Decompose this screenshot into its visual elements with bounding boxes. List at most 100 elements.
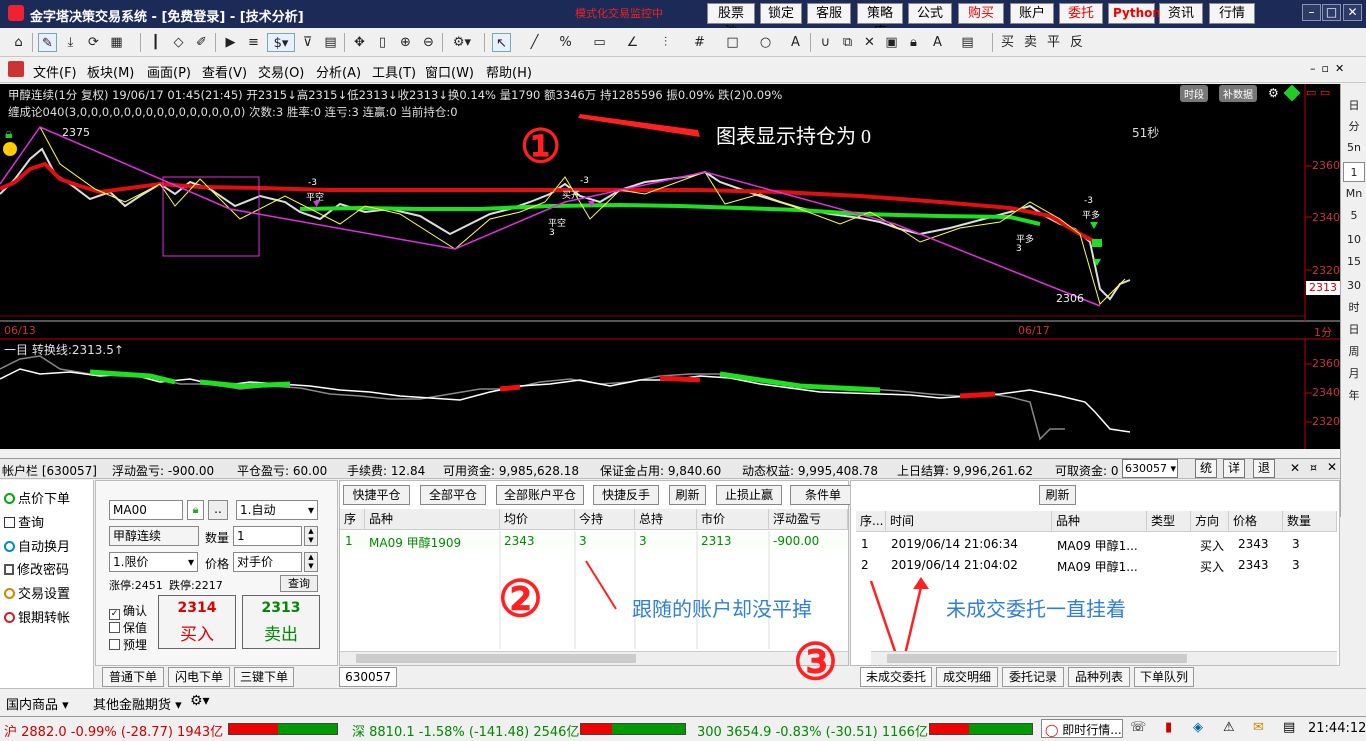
zoom-out-icon[interactable]: ⊖	[419, 33, 438, 52]
mode-select[interactable]: 1.自动 ▾	[236, 500, 318, 520]
menu-tools[interactable]: 工具(T)	[372, 62, 416, 81]
python-button[interactable]: Python	[1108, 3, 1161, 24]
col-header[interactable]: 今持	[575, 509, 635, 530]
filter-icon[interactable]: ⊽	[298, 33, 317, 52]
lock-icon[interactable]: 🔒︎	[904, 33, 923, 52]
delete-icon[interactable]: ✕	[860, 33, 879, 52]
nav-click-order[interactable]: 点价下单	[4, 488, 70, 507]
close-all-accounts-button[interactable]: 全部账户平仓	[496, 485, 584, 505]
nav-query[interactable]: 查询	[4, 512, 44, 531]
chart-icon[interactable]: ▤	[321, 33, 340, 52]
nav-change-password[interactable]: 修改密码	[4, 559, 69, 578]
col-header[interactable]: 浮动盈亏	[769, 509, 848, 530]
quick-reverse-button[interactable]: 快捷反手	[593, 485, 659, 505]
period-item[interactable]: 5n	[1343, 138, 1365, 158]
price-type-select[interactable]: 1.限价 ▾	[109, 552, 198, 572]
tab-normal-order[interactable]: 普通下单	[102, 667, 164, 687]
col-header[interactable]: 品种	[365, 509, 500, 530]
period-item[interactable]: Mn	[1343, 184, 1365, 204]
ruler-icon[interactable]: ▭	[590, 33, 609, 52]
calc-icon[interactable]: ▤	[1283, 720, 1295, 735]
period-item-selected[interactable]: 1	[1343, 162, 1365, 182]
menu-window[interactable]: 窗口(W)	[425, 62, 474, 81]
ticker-sh[interactable]: 沪 2882.0 -0.99% (-28.77) 1943亿	[4, 721, 223, 740]
line-icon[interactable]: ╱	[525, 33, 544, 52]
stock-pool-button[interactable]: 股票池	[707, 3, 755, 40]
buy-button[interactable]: 2314 买入	[158, 595, 236, 649]
close-all-button[interactable]: 全部平仓	[420, 485, 486, 505]
period-item[interactable]: 15	[1343, 252, 1365, 272]
preset-checkbox[interactable]: 预埋	[109, 636, 147, 653]
lock-button[interactable]: 锁定	[760, 3, 802, 24]
tools-icon[interactable]: ✕	[1290, 461, 1300, 475]
text-icon[interactable]: A	[786, 33, 805, 52]
pencil-icon[interactable]: ✎	[38, 33, 57, 52]
copy-icon[interactable]: ⧉	[838, 33, 857, 52]
tab-order-history[interactable]: 委托记录	[1002, 667, 1064, 687]
ticker-hs300[interactable]: 300 3654.9 -0.83% (-30.51) 1166亿	[697, 721, 928, 740]
signal-status-icon[interactable]: ◈	[1193, 720, 1203, 735]
sell-button[interactable]: 2313 卖出	[242, 595, 320, 649]
settings-icon[interactable]: ⚙▾	[448, 33, 476, 52]
period-item[interactable]: 日	[1343, 320, 1365, 340]
column-icon[interactable]: ▯	[373, 33, 392, 52]
quick-close-button[interactable]: 快捷平仓	[343, 485, 410, 505]
price-stepper[interactable]: ▲ ▼	[304, 552, 318, 572]
hline-icon[interactable]: ⫶	[656, 33, 675, 52]
period-item[interactable]: 周	[1343, 342, 1365, 362]
menu-sector[interactable]: 板块(M)	[87, 62, 134, 81]
exit-button[interactable]: 退	[1253, 459, 1275, 478]
grid-icon[interactable]: ▦	[107, 33, 126, 52]
conditional-order-button[interactable]: 条件单	[790, 485, 856, 505]
account-button[interactable]: 账户	[1010, 3, 1054, 24]
tab-account-630057[interactable]: 630057	[339, 667, 397, 687]
menu-analysis[interactable]: 分析(A)	[316, 62, 361, 81]
strategy-lib-button[interactable]: 策略库	[857, 3, 903, 40]
realtime-quotes-button[interactable]: ◯ 即时行情...	[1041, 719, 1123, 738]
minimize-icon[interactable]: –	[1302, 4, 1321, 21]
home-icon[interactable]: ⌂	[9, 33, 28, 52]
buy-tool-button[interactable]: 买	[998, 33, 1017, 52]
summary-button[interactable]: 统	[1195, 459, 1217, 478]
qty-stepper[interactable]: ▲ ▼	[304, 526, 318, 546]
period-item[interactable]: 分	[1343, 117, 1365, 137]
mail-icon[interactable]: ✉	[1253, 720, 1264, 735]
entrust-button[interactable]: 委托	[1059, 3, 1103, 24]
tab-order-queue[interactable]: 下单队列	[1134, 667, 1194, 687]
alert-icon[interactable]: ⚠	[1223, 720, 1235, 735]
nav-bank-transfer[interactable]: 银期转帐	[4, 607, 70, 626]
magnet-icon[interactable]: ∪	[816, 33, 835, 52]
edit-icon[interactable]: ✐	[192, 33, 211, 52]
list-icon[interactable]: ≡	[244, 33, 263, 52]
period-item[interactable]: 30	[1343, 276, 1365, 296]
color-icon[interactable]: A	[928, 33, 947, 52]
candle-icon[interactable]: ┃	[146, 33, 165, 52]
query-button[interactable]: 查询	[280, 575, 318, 592]
refresh-button[interactable]: 刷新	[669, 485, 706, 505]
zoom-in-icon[interactable]: ⊕	[396, 33, 415, 52]
stop-loss-button[interactable]: 止损止赢	[716, 485, 782, 505]
news-button[interactable]: 资讯	[1159, 3, 1203, 24]
chart-settings-icon[interactable]: ⚙	[1268, 86, 1279, 100]
period-tag[interactable]: 时段	[1180, 85, 1208, 102]
panel-icon[interactable]: ▭ ▭	[1306, 86, 1330, 99]
confirm-checkbox[interactable]: ✓ 确认	[109, 602, 147, 620]
db-icon[interactable]: ▮	[1165, 720, 1172, 735]
code-browse-button[interactable]: ..	[208, 500, 228, 520]
period-item[interactable]: 日	[1343, 96, 1365, 116]
hedge-checkbox[interactable]: 保值	[109, 619, 147, 636]
period-item[interactable]: 5	[1343, 206, 1365, 226]
scroll-thumb[interactable]	[887, 654, 1187, 663]
col-header[interactable]: 总持	[635, 509, 697, 530]
code-lock-icon[interactable]: 🔒︎	[187, 500, 204, 520]
diamond-icon[interactable]: ◇	[169, 33, 188, 52]
qty-input[interactable]: 1	[233, 526, 302, 546]
mdi-controls-icon[interactable]: –▫✕	[1310, 62, 1350, 75]
sell-tool-button[interactable]: 卖	[1021, 33, 1040, 52]
menu-help[interactable]: 帮助(H)	[486, 62, 532, 81]
menu-trade[interactable]: 交易(O)	[258, 62, 304, 81]
h-scrollbar[interactable]	[871, 651, 1337, 665]
ticker-sz[interactable]: 深 8810.1 -1.58% (-141.48) 2546亿	[352, 721, 579, 740]
close-tool-button[interactable]: 平	[1044, 33, 1063, 52]
percent-icon[interactable]: %	[556, 33, 575, 52]
